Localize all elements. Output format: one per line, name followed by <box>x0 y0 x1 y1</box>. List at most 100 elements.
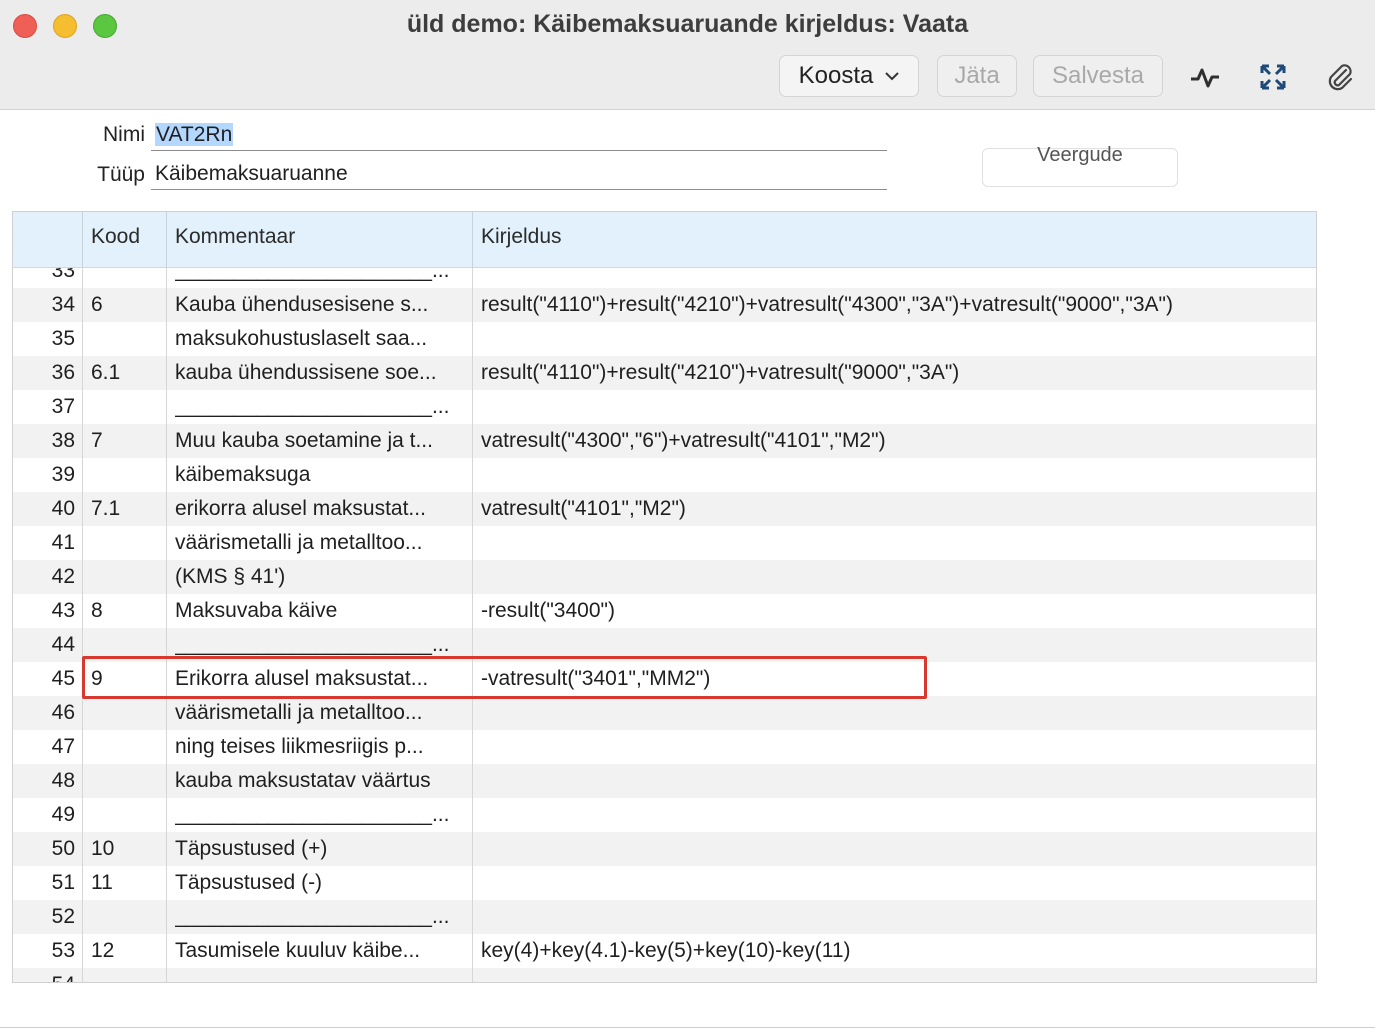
header-kood[interactable]: Kood <box>82 212 166 268</box>
table-row[interactable]: 41 väärismetalli ja metalltoo... <box>13 526 1316 560</box>
row-number-cell[interactable]: 53 <box>13 934 75 968</box>
kommentaar-cell[interactable]: ______________________... <box>175 268 465 288</box>
table-row[interactable]: 37 ______________________... <box>13 390 1316 424</box>
nimi-field[interactable]: VAT2Rn <box>151 121 887 151</box>
row-number-cell[interactable]: 36 <box>13 356 75 390</box>
table-row[interactable]: 48 kauba maksustatav väärtus <box>13 764 1316 798</box>
row-number-cell[interactable]: 33 <box>13 268 75 288</box>
kirjeldus-cell[interactable]: vatresult("4101","M2") <box>481 492 1311 526</box>
jata-button[interactable]: Jäta <box>937 55 1017 97</box>
table-row[interactable]: 46 väärismetalli ja metalltoo... <box>13 696 1316 730</box>
kood-cell[interactable]: 6.1 <box>91 356 161 390</box>
kirjeldus-cell[interactable] <box>481 628 1311 662</box>
table-row[interactable]: 43 8 Maksuvaba käive -result("3400") <box>13 594 1316 628</box>
row-number-cell[interactable]: 42 <box>13 560 75 594</box>
row-number-cell[interactable]: 49 <box>13 798 75 832</box>
table-row[interactable]: 54 <box>13 968 1316 982</box>
row-number-cell[interactable]: 48 <box>13 764 75 798</box>
table-row[interactable]: 40 7.1 erikorra alusel maksustat... vatres… <box>13 492 1316 526</box>
kirjeldus-cell[interactable] <box>481 322 1311 356</box>
kood-cell[interactable]: 10 <box>91 832 161 866</box>
kommentaar-cell[interactable]: kauba ühendussisene soe... <box>175 356 465 390</box>
kommentaar-cell[interactable]: Kauba ühendusesisene s... <box>175 288 465 322</box>
salvesta-button[interactable]: Salvesta <box>1033 55 1163 97</box>
kood-cell[interactable] <box>91 696 161 730</box>
table-row[interactable]: 53 12 Tasumisele kuuluv käibe... key(4)+key… <box>13 934 1316 968</box>
table-row[interactable]: 34 6 Kauba ühendusesisene s... result("4110… <box>13 288 1316 322</box>
kommentaar-cell[interactable]: käibemaksuga <box>175 458 465 492</box>
kood-cell[interactable]: 11 <box>91 866 161 900</box>
kommentaar-cell[interactable] <box>175 968 465 982</box>
row-number-cell[interactable]: 45 <box>13 662 75 696</box>
table-row[interactable]: 36 6.1 kauba ühendussisene soe... result("4… <box>13 356 1316 390</box>
row-number-cell[interactable]: 41 <box>13 526 75 560</box>
kirjeldus-cell[interactable] <box>481 526 1311 560</box>
kood-cell[interactable] <box>91 968 161 982</box>
kood-cell[interactable]: 7.1 <box>91 492 161 526</box>
row-number-cell[interactable]: 51 <box>13 866 75 900</box>
header-kommentaar[interactable]: Kommentaar <box>166 212 472 268</box>
kirjeldus-cell[interactable]: result("4110")+result("4210")+vatresult(… <box>481 288 1311 322</box>
kood-cell[interactable] <box>91 322 161 356</box>
row-number-cell[interactable]: 39 <box>13 458 75 492</box>
kood-cell[interactable]: 9 <box>91 662 161 696</box>
attachment-icon[interactable] <box>1323 60 1357 94</box>
kommentaar-cell[interactable]: Täpsustused (-) <box>175 866 465 900</box>
kommentaar-cell[interactable]: ______________________... <box>175 628 465 662</box>
kood-cell[interactable] <box>91 458 161 492</box>
tuup-field[interactable]: Käibemaksuaruanne <box>151 160 887 190</box>
kood-cell[interactable]: 6 <box>91 288 161 322</box>
header-row-number[interactable] <box>13 212 82 268</box>
row-number-cell[interactable]: 34 <box>13 288 75 322</box>
kood-cell[interactable] <box>91 798 161 832</box>
kirjeldus-cell[interactable]: -result("3400") <box>481 594 1311 628</box>
kirjeldus-cell[interactable] <box>481 560 1311 594</box>
kirjeldus-cell[interactable] <box>481 764 1311 798</box>
kirjeldus-cell[interactable]: -vatresult("3401","MM2") <box>481 662 1311 696</box>
kommentaar-cell[interactable]: (KMS § 41') <box>175 560 465 594</box>
kood-cell[interactable]: 12 <box>91 934 161 968</box>
kood-cell[interactable] <box>91 900 161 934</box>
kirjeldus-cell[interactable]: key(4)+key(4.1)-key(5)+key(10)-key(11) <box>481 934 1311 968</box>
table-row[interactable]: 35 maksukohustuslaselt saa... <box>13 322 1316 356</box>
kommentaar-cell[interactable]: ______________________... <box>175 390 465 424</box>
activity-icon[interactable] <box>1188 60 1222 94</box>
kirjeldus-cell[interactable] <box>481 730 1311 764</box>
kood-cell[interactable]: 7 <box>91 424 161 458</box>
table-row[interactable]: 50 10 Täpsustused (+) <box>13 832 1316 866</box>
table-row[interactable]: 39 käibemaksuga <box>13 458 1316 492</box>
table-row[interactable]: 51 11 Täpsustused (-) <box>13 866 1316 900</box>
kommentaar-cell[interactable]: Tasumisele kuuluv käibe... <box>175 934 465 968</box>
row-number-cell[interactable]: 43 <box>13 594 75 628</box>
kood-cell[interactable] <box>91 764 161 798</box>
kommentaar-cell[interactable]: Maksuvaba käive <box>175 594 465 628</box>
row-number-cell[interactable]: 40 <box>13 492 75 526</box>
kood-cell[interactable] <box>91 560 161 594</box>
row-number-cell[interactable]: 35 <box>13 322 75 356</box>
kirjeldus-cell[interactable] <box>481 798 1311 832</box>
kood-cell[interactable] <box>91 268 161 288</box>
row-number-cell[interactable]: 44 <box>13 628 75 662</box>
kommentaar-cell[interactable]: väärismetalli ja metalltoo... <box>175 526 465 560</box>
table-row[interactable]: 42 (KMS § 41') <box>13 560 1316 594</box>
row-number-cell[interactable]: 46 <box>13 696 75 730</box>
row-number-cell[interactable]: 38 <box>13 424 75 458</box>
kirjeldus-cell[interactable] <box>481 696 1311 730</box>
table-row[interactable]: 45 9 Erikorra alusel maksustat... -vatresul… <box>13 662 1316 696</box>
header-kirjeldus[interactable]: Kirjeldus <box>472 212 1316 268</box>
row-number-cell[interactable]: 54 <box>13 968 75 982</box>
kommentaar-cell[interactable]: kauba maksustatav väärtus <box>175 764 465 798</box>
kood-cell[interactable] <box>91 526 161 560</box>
kirjeldus-cell[interactable] <box>481 968 1311 982</box>
kood-cell[interactable]: 8 <box>91 594 161 628</box>
veergude-button[interactable]: Veergude <box>982 145 1178 187</box>
expand-icon[interactable] <box>1256 60 1290 94</box>
kood-cell[interactable] <box>91 628 161 662</box>
kood-cell[interactable] <box>91 730 161 764</box>
table-row[interactable]: 52 ______________________... <box>13 900 1316 934</box>
kommentaar-cell[interactable]: erikorra alusel maksustat... <box>175 492 465 526</box>
table-row[interactable]: 38 7 Muu kauba soetamine ja t... vatresult(… <box>13 424 1316 458</box>
kirjeldus-cell[interactable]: result("4110")+result("4210")+vatresult(… <box>481 356 1311 390</box>
row-number-cell[interactable]: 50 <box>13 832 75 866</box>
kommentaar-cell[interactable]: Täpsustused (+) <box>175 832 465 866</box>
